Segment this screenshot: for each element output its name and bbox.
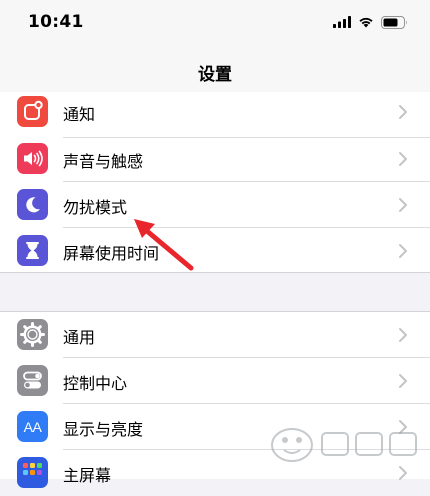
page-title: 设置 [198,65,232,85]
speaker-icon [17,143,48,174]
toggles-icon [17,365,48,396]
settings-item-display-brightness[interactable]: AA 显示与亮度 [0,404,430,450]
nav-bar: 设置 [0,46,430,95]
status-time: 10:41 [28,12,84,32]
settings-item-do-not-disturb[interactable]: 勿扰模式 [0,182,430,228]
chevron-right-icon [399,466,407,480]
text-size-icon: AA [17,411,48,442]
settings-item-control-center[interactable]: 控制中心 [0,358,430,404]
settings-item-label: 勿扰模式 [63,198,128,217]
settings-item-sounds[interactable]: 声音与触感 [0,136,430,182]
notification-icon [17,96,48,127]
status-bar: 10:41 [0,0,430,46]
chevron-right-icon [399,420,407,434]
settings-item-label: 屏幕使用时间 [63,244,160,263]
settings-item-notifications[interactable]: 通知 [0,92,430,138]
chevron-right-icon [399,374,407,388]
settings-item-general[interactable]: 通用 [0,312,430,358]
chevron-right-icon [399,244,407,258]
settings-group-1: 通知 声音与触感 勿扰模式 屏幕使用时间 [0,92,430,273]
settings-item-home-screen[interactable]: 主屏幕 [0,450,430,496]
settings-group-2: 通用 控制中心 AA 显示与亮度 主屏幕 [0,311,430,488]
text-size-glyph: AA [23,418,42,435]
chevron-right-icon [399,152,407,166]
settings-item-label: 显示与亮度 [63,420,144,439]
settings-item-label: 主屏幕 [63,466,112,485]
cellular-signal-icon [333,16,351,28]
settings-item-label: 通知 [63,105,96,124]
battery-icon [381,15,407,29]
settings-item-label: 声音与触感 [63,152,144,171]
settings-item-screen-time[interactable]: 屏幕使用时间 [0,228,430,274]
status-icons [333,15,408,29]
settings-item-label: 控制中心 [63,374,128,393]
moon-icon [17,189,48,220]
gear-icon [17,319,48,350]
chevron-right-icon [399,198,407,212]
home-screen-icon [17,457,48,488]
chevron-right-icon [399,328,407,342]
wifi-icon [359,17,373,28]
chevron-right-icon [399,105,407,119]
settings-item-label: 通用 [63,328,96,347]
hourglass-icon [17,235,48,266]
